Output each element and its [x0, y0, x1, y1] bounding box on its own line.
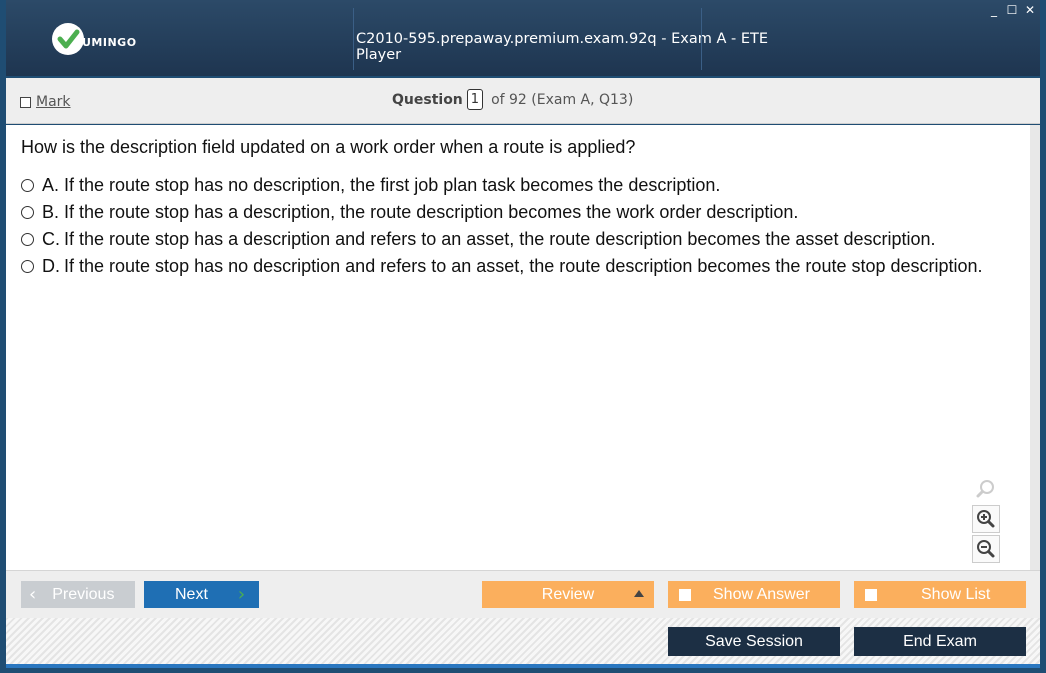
window-controls: _ ☐ ✕	[988, 3, 1036, 17]
answer-text: If the route stop has no description and…	[64, 256, 983, 276]
checkbox-icon[interactable]	[20, 96, 31, 108]
review-button[interactable]: Review	[482, 581, 654, 608]
mark-checkbox[interactable]: Mark	[20, 94, 71, 110]
answer-option-d[interactable]: D. If the route stop has no description …	[21, 255, 1001, 278]
show-list-label: Show List	[921, 585, 991, 603]
question-counter: Question 1 of 92 (Exam A, Q13)	[392, 89, 633, 110]
window-title: C2010-595.prepaway.premium.exam.92q - Ex…	[356, 31, 768, 63]
checkbox-icon[interactable]	[679, 588, 691, 601]
zoom-in-icon[interactable]	[972, 505, 1000, 533]
title-bar: UMINGO C2010-595.prepaway.premium.exam.9…	[6, 0, 1040, 76]
radio-button[interactable]	[21, 260, 34, 273]
save-session-button[interactable]: Save Session	[668, 627, 840, 656]
show-answer-button[interactable]: Show Answer	[668, 581, 840, 608]
previous-label: Previous	[52, 585, 115, 603]
radio-button[interactable]	[21, 179, 34, 192]
answer-letter: A.	[42, 175, 60, 195]
answer-text: If the route stop has a description and …	[64, 229, 936, 249]
zoom-reset-icon[interactable]	[972, 475, 1000, 503]
zoom-controls	[972, 475, 1000, 565]
logo-text: UMINGO	[82, 35, 137, 49]
title-separator	[353, 8, 354, 70]
next-button[interactable]: Next ›	[144, 581, 259, 608]
chevron-right-icon: ›	[237, 584, 246, 605]
chevron-left-icon: ‹	[29, 584, 37, 605]
vumingo-logo: UMINGO	[52, 22, 137, 56]
question-text: How is the description field updated on …	[21, 137, 636, 157]
answer-option-b[interactable]: B. If the route stop has a description, …	[21, 201, 1001, 224]
show-answer-label: Show Answer	[713, 585, 810, 603]
question-of-text: of 92 (Exam A, Q13)	[491, 91, 634, 108]
question-header: Mark Question 1 of 92 (Exam A, Q13)	[6, 78, 1040, 124]
vertical-scrollbar[interactable]	[1030, 125, 1040, 570]
answer-letter: D.	[42, 256, 60, 276]
question-content: How is the description field updated on …	[6, 125, 1040, 570]
mark-label: Mark	[36, 94, 71, 110]
answer-letter: B.	[42, 202, 60, 222]
bottom-accent-strip	[6, 664, 1040, 668]
bottom-bar: Save Session End Exam	[6, 618, 1040, 664]
review-label: Review	[541, 585, 595, 603]
show-list-button[interactable]: Show List	[854, 581, 1026, 608]
navigation-bar: ‹ Previous Next › Review Show Answer Sho…	[6, 570, 1040, 618]
answer-text: If the route stop has no description, th…	[64, 175, 721, 195]
radio-button[interactable]	[21, 233, 34, 246]
question-label: Question	[392, 91, 463, 108]
answer-option-a[interactable]: A. If the route stop has no description,…	[21, 174, 1001, 197]
previous-button[interactable]: ‹ Previous	[21, 581, 135, 608]
answer-list: A. If the route stop has no description,…	[21, 174, 1001, 282]
next-label: Next	[175, 585, 208, 603]
checkbox-icon[interactable]	[865, 588, 877, 601]
maximize-icon[interactable]: ☐	[1006, 3, 1018, 17]
logo-check-icon	[52, 23, 84, 55]
exam-player-window: UMINGO C2010-595.prepaway.premium.exam.9…	[0, 0, 1046, 673]
minimize-icon[interactable]: _	[988, 3, 1000, 17]
answer-letter: C.	[42, 229, 60, 249]
answer-option-c[interactable]: C. If the route stop has a description a…	[21, 228, 1001, 251]
end-exam-button[interactable]: End Exam	[854, 627, 1026, 656]
radio-button[interactable]	[21, 206, 34, 219]
question-number-input[interactable]: 1	[466, 89, 484, 110]
zoom-out-icon[interactable]	[972, 535, 1000, 563]
title-separator	[701, 8, 702, 70]
caret-up-icon[interactable]	[634, 590, 644, 597]
answer-text: If the route stop has a description, the…	[64, 202, 799, 222]
close-icon[interactable]: ✕	[1024, 3, 1036, 17]
